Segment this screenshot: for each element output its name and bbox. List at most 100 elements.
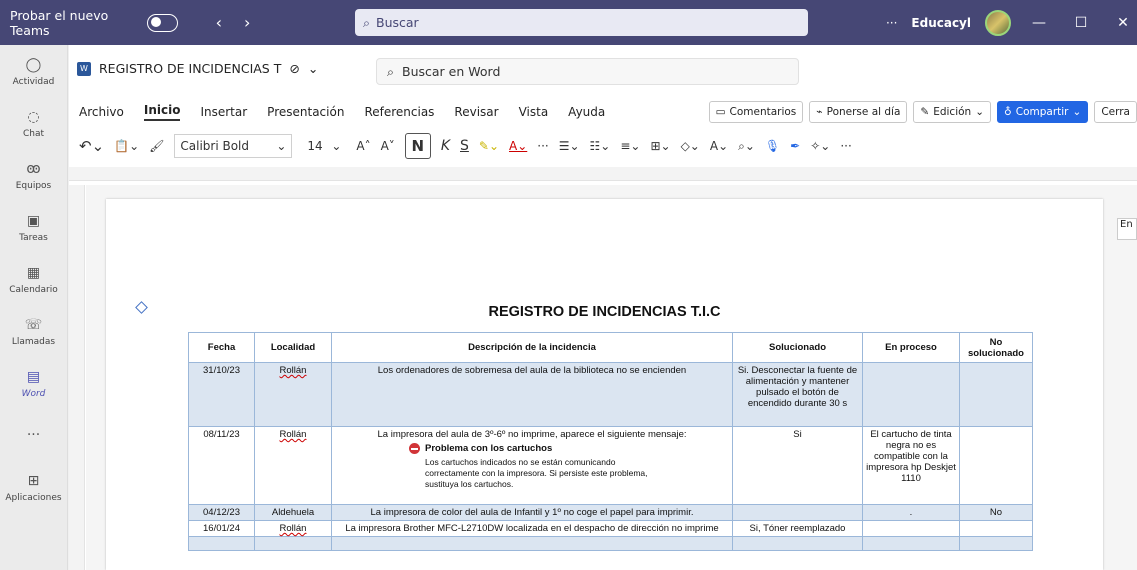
avatar[interactable]: [985, 9, 1011, 36]
format-painter-icon[interactable]: 🖌: [149, 139, 164, 153]
font-size-select[interactable]: 14 ⌄: [302, 134, 346, 158]
tab-ayuda[interactable]: Ayuda: [568, 105, 605, 119]
underline-button[interactable]: S: [460, 138, 469, 154]
word-search-input[interactable]: ⌕ Buscar en Word: [376, 58, 799, 85]
horizontal-ruler[interactable]: [69, 167, 1137, 181]
sync-icon[interactable]: ⊘: [289, 61, 299, 76]
teams-icon: ꙭ: [26, 160, 41, 177]
empty-cell[interactable]: [862, 536, 960, 551]
comments-button[interactable]: ▭ Comentarios: [708, 101, 804, 123]
close-doc-button[interactable]: Cerra: [1094, 101, 1137, 123]
rail-item-word[interactable]: ▤ Word: [0, 357, 67, 409]
italic-button[interactable]: K: [441, 138, 450, 154]
bullets-icon[interactable]: ☰⌄: [559, 139, 580, 153]
tab-revisar[interactable]: Revisar: [454, 105, 498, 119]
designer-icon[interactable]: ✧⌄: [810, 139, 830, 153]
cell-descripcion[interactable]: Los ordenadores de sobremesa del aula de…: [331, 362, 733, 427]
more-icon[interactable]: ···: [537, 139, 548, 153]
empty-cell[interactable]: [959, 536, 1033, 551]
org-name[interactable]: Educacyl: [911, 16, 971, 30]
empty-cell[interactable]: [254, 536, 332, 551]
highlight-icon[interactable]: ✎⌄: [479, 139, 499, 153]
font-family-select[interactable]: Calibri Bold ⌄: [174, 134, 293, 158]
cell-fecha[interactable]: 08/11/23: [188, 426, 255, 505]
cell-solucionado[interactable]: Si: [732, 426, 863, 505]
cell-localidad[interactable]: Aldehuela: [254, 504, 332, 521]
cell-no-solucionado[interactable]: [959, 426, 1033, 505]
cell-fecha[interactable]: 16/01/24: [188, 520, 255, 537]
tab-referencias[interactable]: Referencias: [364, 105, 434, 119]
cell-en-proceso[interactable]: El cartucho de tinta negra no es compati…: [862, 426, 960, 505]
vertical-ruler[interactable]: [69, 185, 85, 570]
apps-icon: ⊞: [27, 472, 40, 489]
more-icon[interactable]: ···: [840, 139, 851, 153]
rail-item-calendario[interactable]: ▦ Calendario: [0, 253, 67, 305]
cell-solucionado[interactable]: Si. Desconectar la fuente de alimentació…: [732, 362, 863, 427]
dictate-icon[interactable]: 🎙: [765, 139, 780, 153]
chevron-down-icon: ⌄: [1072, 106, 1082, 118]
more-options-button[interactable]: ···: [886, 16, 897, 30]
tab-vista[interactable]: Vista: [519, 105, 549, 119]
close-button[interactable]: ✕: [1109, 15, 1137, 31]
empty-cell[interactable]: [732, 536, 863, 551]
document-name[interactable]: REGISTRO DE INCIDENCIAS T: [99, 61, 281, 76]
cell-no-solucionado[interactable]: [959, 520, 1033, 537]
grow-font-icon[interactable]: A˄: [356, 139, 370, 153]
bold-button[interactable]: N: [404, 133, 431, 159]
empty-cell[interactable]: [188, 536, 255, 551]
cell-descripcion[interactable]: La impresora de color del aula de Infant…: [331, 504, 733, 521]
teams-search-input[interactable]: ⌕ Buscar: [355, 9, 808, 36]
minimize-button[interactable]: —: [1025, 15, 1053, 31]
undo-icon[interactable]: ↶⌄: [79, 137, 104, 155]
cell-en-proceso[interactable]: .: [862, 504, 960, 521]
editor-icon[interactable]: ✒: [790, 139, 800, 153]
borders-icon[interactable]: ⊞⌄: [650, 139, 670, 153]
tab-inicio[interactable]: Inicio: [143, 103, 181, 121]
cell-fecha[interactable]: 04/12/23: [188, 504, 255, 521]
font-color-icon[interactable]: A⌄: [509, 139, 527, 153]
catchup-button[interactable]: ⌁ Ponerse al día: [809, 101, 908, 123]
rail-item-equipos[interactable]: ꙭ Equipos: [0, 149, 67, 201]
empty-cell[interactable]: [331, 536, 733, 551]
cell-en-proceso[interactable]: [862, 520, 960, 537]
find-icon[interactable]: ⌕⌄: [738, 139, 755, 154]
styles-icon[interactable]: A⌄: [710, 139, 728, 153]
share-button[interactable]: ♁ Compartir ⌄: [997, 101, 1089, 123]
comments-label: Comentarios: [729, 106, 797, 118]
printer-error-dialog: Problema con los cartuchos: [409, 443, 729, 454]
back-button[interactable]: ‹: [216, 13, 222, 32]
side-panel-tab[interactable]: En: [1117, 218, 1137, 240]
cell-descripcion[interactable]: La impresora Brother MFC-L2710DW localiz…: [331, 520, 733, 537]
cell-no-solucionado[interactable]: No: [959, 504, 1033, 521]
rail-item-more[interactable]: ···: [0, 409, 67, 461]
align-icon[interactable]: ≡⌄: [620, 139, 640, 153]
cell-descripcion[interactable]: La impresora del aula de 3º-6º no imprim…: [331, 426, 733, 505]
rail-item-chat[interactable]: ◌ Chat: [0, 97, 67, 149]
tab-archivo[interactable]: Archivo: [79, 105, 124, 119]
cell-fecha[interactable]: 31/10/23: [188, 362, 255, 427]
new-teams-toggle[interactable]: [146, 13, 178, 32]
numbering-icon[interactable]: ☷⌄: [590, 139, 611, 153]
cell-solucionado[interactable]: Si, Tóner reemplazado: [732, 520, 863, 537]
editing-button[interactable]: ✎ Edición ⌄: [913, 101, 992, 123]
paste-icon[interactable]: 📋⌄: [114, 139, 139, 153]
tab-insertar[interactable]: Insertar: [200, 105, 247, 119]
cell-localidad[interactable]: Rollán: [254, 426, 332, 505]
rail-item-actividad[interactable]: ◯ Actividad: [0, 45, 67, 97]
chevron-down-icon[interactable]: ⌄: [308, 61, 318, 76]
shrink-font-icon[interactable]: A˅: [381, 139, 395, 153]
rail-item-tareas[interactable]: ▣ Tareas: [0, 201, 67, 253]
maximize-button[interactable]: ☐: [1067, 15, 1095, 31]
cell-en-proceso[interactable]: [862, 362, 960, 427]
cell-solucionado[interactable]: [732, 504, 863, 521]
cell-no-solucionado[interactable]: [959, 362, 1033, 427]
rail-item-llamadas[interactable]: ☏ Llamadas: [0, 305, 67, 357]
rail-item-aplicaciones[interactable]: ⊞ Aplicaciones: [0, 461, 67, 513]
cell-localidad[interactable]: Rollán: [254, 520, 332, 537]
comment-icon: ▭: [715, 106, 726, 118]
forward-button[interactable]: ›: [244, 13, 250, 32]
document-page[interactable]: REGISTRO DE INCIDENCIAS T.I.C Fecha Loca…: [106, 199, 1103, 570]
tab-presentacion[interactable]: Presentación: [267, 105, 344, 119]
shading-icon[interactable]: ◇⌄: [681, 139, 700, 153]
cell-localidad[interactable]: Rollán: [254, 362, 332, 427]
